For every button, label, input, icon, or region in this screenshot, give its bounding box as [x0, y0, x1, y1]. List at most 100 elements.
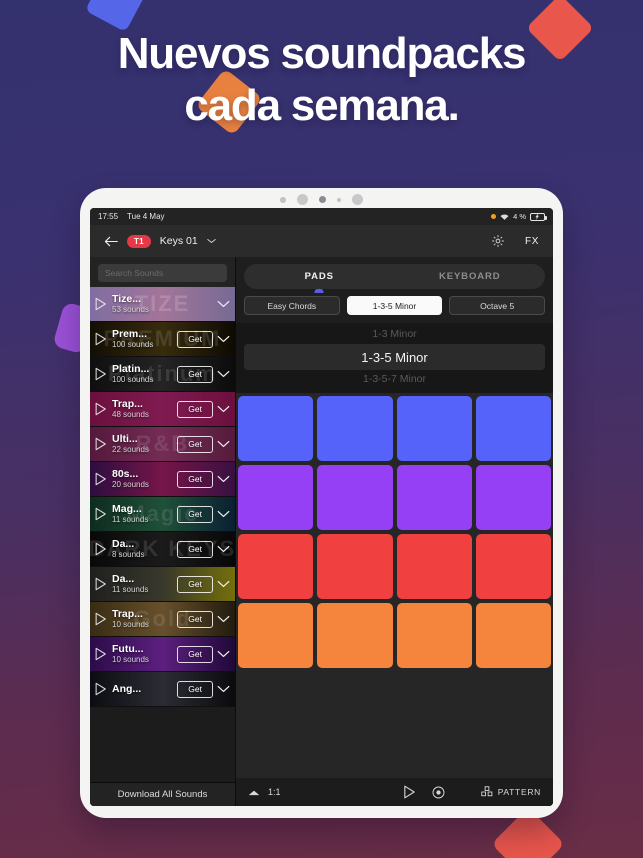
- pattern-label[interactable]: PATTERN: [498, 787, 541, 797]
- chevron-down-icon[interactable]: [217, 615, 230, 623]
- tempo-ratio-label[interactable]: 1:1: [268, 787, 281, 797]
- tab-pads[interactable]: PADS: [244, 264, 395, 289]
- carousel-dot[interactable]: [297, 194, 308, 205]
- chevron-down-icon[interactable]: [217, 300, 230, 308]
- play-icon[interactable]: [94, 612, 107, 626]
- chevron-down-icon[interactable]: [217, 685, 230, 693]
- pack-get-button[interactable]: Get: [177, 540, 213, 558]
- drum-pad[interactable]: [238, 396, 314, 461]
- chevron-down-icon[interactable]: [217, 475, 230, 483]
- pack-get-button[interactable]: Get: [177, 505, 213, 523]
- track-badge[interactable]: T1: [127, 234, 151, 248]
- chord-option-button[interactable]: Octave 5: [449, 296, 546, 315]
- track-name-label[interactable]: Keys 01: [160, 235, 198, 247]
- chevron-down-icon[interactable]: [217, 510, 230, 518]
- pack-meta: Prem... 100 sounds: [107, 328, 177, 350]
- drum-pad[interactable]: [475, 603, 551, 668]
- play-icon[interactable]: [94, 297, 107, 311]
- fx-button[interactable]: FX: [525, 236, 539, 247]
- play-icon[interactable]: [94, 332, 107, 346]
- play-icon[interactable]: [94, 507, 107, 521]
- pack-get-button[interactable]: Get: [177, 470, 213, 488]
- chord-option-row[interactable]: Easy Chords 1-3-5 Minor Octave 5: [236, 289, 553, 323]
- pad-grid[interactable]: [236, 393, 553, 778]
- sound-pack-row[interactable]: R&B Ulti... 22 sounds Get: [90, 427, 235, 462]
- carousel-dot[interactable]: [280, 196, 286, 203]
- chord-option-button[interactable]: 1-3-5 Minor: [346, 296, 443, 315]
- pack-get-button[interactable]: Get: [177, 435, 213, 453]
- play-icon[interactable]: [94, 437, 107, 451]
- sound-pack-row[interactable]: Magic Mag... 11 sounds Get: [90, 497, 235, 532]
- drum-pad[interactable]: [238, 603, 314, 668]
- pack-get-button[interactable]: Get: [177, 400, 213, 418]
- back-arrow-icon[interactable]: [104, 235, 118, 248]
- sound-pack-row[interactable]: TIZE Tize... 53 sounds: [90, 287, 235, 322]
- play-icon[interactable]: [94, 647, 107, 661]
- play-icon[interactable]: [94, 472, 107, 486]
- carousel-dot[interactable]: [352, 194, 363, 205]
- sound-pack-list[interactable]: TIZE Tize... 53 sounds PREMIUM Prem... 100 so…: [90, 287, 235, 782]
- chevron-down-icon[interactable]: [217, 580, 230, 588]
- pack-meta: Futu... 10 sounds: [107, 643, 177, 665]
- sound-pack-row[interactable]: Da... 11 sounds Get: [90, 567, 235, 602]
- play-icon[interactable]: [94, 682, 107, 696]
- drum-pad[interactable]: [396, 396, 472, 461]
- chevron-down-icon[interactable]: [217, 650, 230, 658]
- carousel-dot[interactable]: [337, 197, 341, 202]
- search-input[interactable]: [98, 264, 227, 282]
- pack-title: Mag...: [112, 502, 142, 515]
- chevron-down-icon[interactable]: [217, 335, 230, 343]
- pack-get-button[interactable]: Get: [177, 680, 213, 698]
- pattern-grid-icon[interactable]: [480, 786, 493, 798]
- drum-pad[interactable]: [238, 534, 314, 599]
- chord-option-button[interactable]: Easy Chords: [244, 296, 340, 315]
- drum-pad[interactable]: [396, 465, 472, 530]
- chord-option-below[interactable]: 1-3-5-7 Minor: [363, 372, 426, 387]
- chord-option-selected[interactable]: 1-3-5 Minor: [244, 344, 545, 370]
- download-all-sounds-button[interactable]: Download All Sounds: [90, 782, 235, 806]
- sound-pack-row[interactable]: Ang... Get: [90, 672, 235, 707]
- chevron-down-icon[interactable]: [217, 545, 230, 553]
- pack-get-button[interactable]: Get: [177, 365, 213, 383]
- carousel-dot[interactable]: [319, 196, 326, 203]
- chevron-down-icon[interactable]: [217, 405, 230, 413]
- battery-percent-label: 4 %: [513, 212, 526, 221]
- drum-pad[interactable]: [238, 465, 314, 530]
- pack-get-button[interactable]: Get: [177, 330, 213, 348]
- pack-get-button[interactable]: Get: [177, 610, 213, 628]
- record-icon[interactable]: [432, 786, 445, 799]
- play-icon[interactable]: [94, 542, 107, 556]
- sound-pack-row[interactable]: Trap... 48 sounds Get: [90, 392, 235, 427]
- play-icon[interactable]: [94, 367, 107, 381]
- drum-pad[interactable]: [317, 534, 393, 599]
- chevron-down-icon[interactable]: [217, 370, 230, 378]
- chord-option-above[interactable]: 1-3 Minor: [372, 327, 416, 342]
- sound-pack-row[interactable]: Futu... 10 sounds Get: [90, 637, 235, 672]
- expand-up-icon[interactable]: [248, 789, 260, 796]
- drum-pad[interactable]: [475, 396, 551, 461]
- drum-pad[interactable]: [317, 396, 393, 461]
- sound-pack-row[interactable]: PREMIUM Prem... 100 sounds Get: [90, 322, 235, 357]
- carousel-dots[interactable]: [80, 194, 563, 205]
- sound-pack-row[interactable]: 80s... 20 sounds Get: [90, 462, 235, 497]
- sound-pack-row[interactable]: DARK KEYS Da... 8 sounds Get: [90, 532, 235, 567]
- gear-icon[interactable]: [491, 234, 505, 248]
- drum-pad[interactable]: [317, 603, 393, 668]
- chevron-down-icon[interactable]: [217, 440, 230, 448]
- play-icon[interactable]: [94, 402, 107, 416]
- tab-keyboard[interactable]: KEYBOARD: [395, 264, 546, 289]
- drum-pad[interactable]: [317, 465, 393, 530]
- play-icon[interactable]: [403, 785, 416, 799]
- chevron-down-icon[interactable]: [206, 238, 216, 244]
- play-icon[interactable]: [94, 577, 107, 591]
- drum-pad[interactable]: [475, 534, 551, 599]
- mode-tab-bar[interactable]: PADS KEYBOARD: [244, 264, 545, 289]
- drum-pad[interactable]: [475, 465, 551, 530]
- pack-get-button[interactable]: Get: [177, 645, 213, 663]
- drum-pad[interactable]: [396, 603, 472, 668]
- sound-pack-row[interactable]: Platinum Platin... 100 sounds Get: [90, 357, 235, 392]
- drum-pad[interactable]: [396, 534, 472, 599]
- pack-get-button[interactable]: Get: [177, 575, 213, 593]
- chord-type-picker[interactable]: 1-3 Minor 1-3-5 Minor 1-3-5-7 Minor: [236, 323, 553, 393]
- sound-pack-row[interactable]: Gold Trap... 10 sounds Get: [90, 602, 235, 637]
